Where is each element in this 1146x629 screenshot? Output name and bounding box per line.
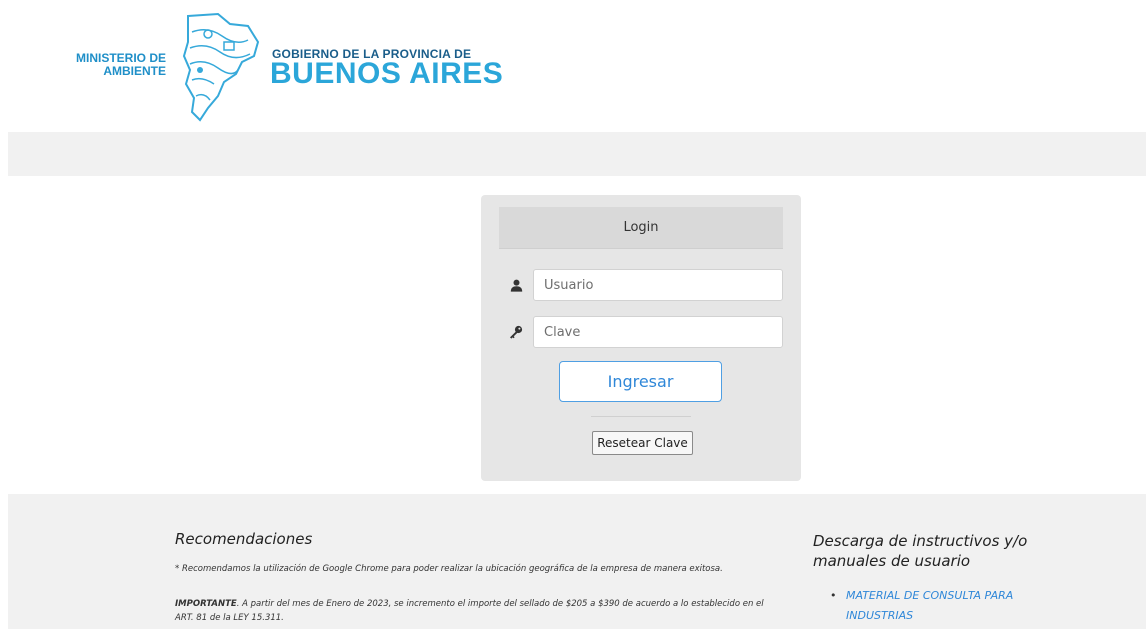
downloads-list: MATERIAL DE CONSULTA PARA INDUSTRIAS: [830, 586, 1050, 626]
provincia-title: BUENOS AIRES: [270, 57, 504, 90]
recommendations-important: IMPORTANTE. A partir del mes de Enero de…: [175, 597, 775, 625]
reset-password-button[interactable]: Resetear Clave: [592, 431, 693, 455]
login-submit-button[interactable]: Ingresar: [559, 361, 722, 402]
downloads-title: Descarga de instructivos y/o manuales de…: [813, 532, 1028, 570]
ministerio-line2: AMBIENTE: [103, 64, 166, 78]
key-icon: [499, 316, 533, 348]
recommendations-note: * Recomendamos la utilización de Google …: [175, 564, 723, 574]
login-divider: [591, 416, 691, 417]
password-field: [499, 316, 783, 348]
downloads-link-material[interactable]: MATERIAL DE CONSULTA PARA INDUSTRIAS: [830, 586, 1050, 626]
user-icon: [499, 269, 533, 301]
username-input[interactable]: [533, 269, 783, 301]
password-input[interactable]: [533, 316, 783, 348]
recommendations-title: Recomendaciones: [175, 530, 313, 548]
important-label: IMPORTANTE: [175, 599, 237, 609]
important-text: . A partir del mes de Enero de 2023, se …: [175, 599, 764, 623]
login-title: Login: [499, 207, 783, 249]
username-field: [499, 269, 783, 301]
site-header: MINISTERIO DE AMBIENTE GOBIERNO DE LA PR…: [0, 0, 1146, 130]
province-map-logo: [182, 12, 260, 122]
login-card: Login Ingresar Resetear Clave: [481, 195, 801, 481]
ministerio-logo-text: MINISTERIO DE AMBIENTE: [62, 52, 166, 78]
top-band: [8, 132, 1146, 176]
